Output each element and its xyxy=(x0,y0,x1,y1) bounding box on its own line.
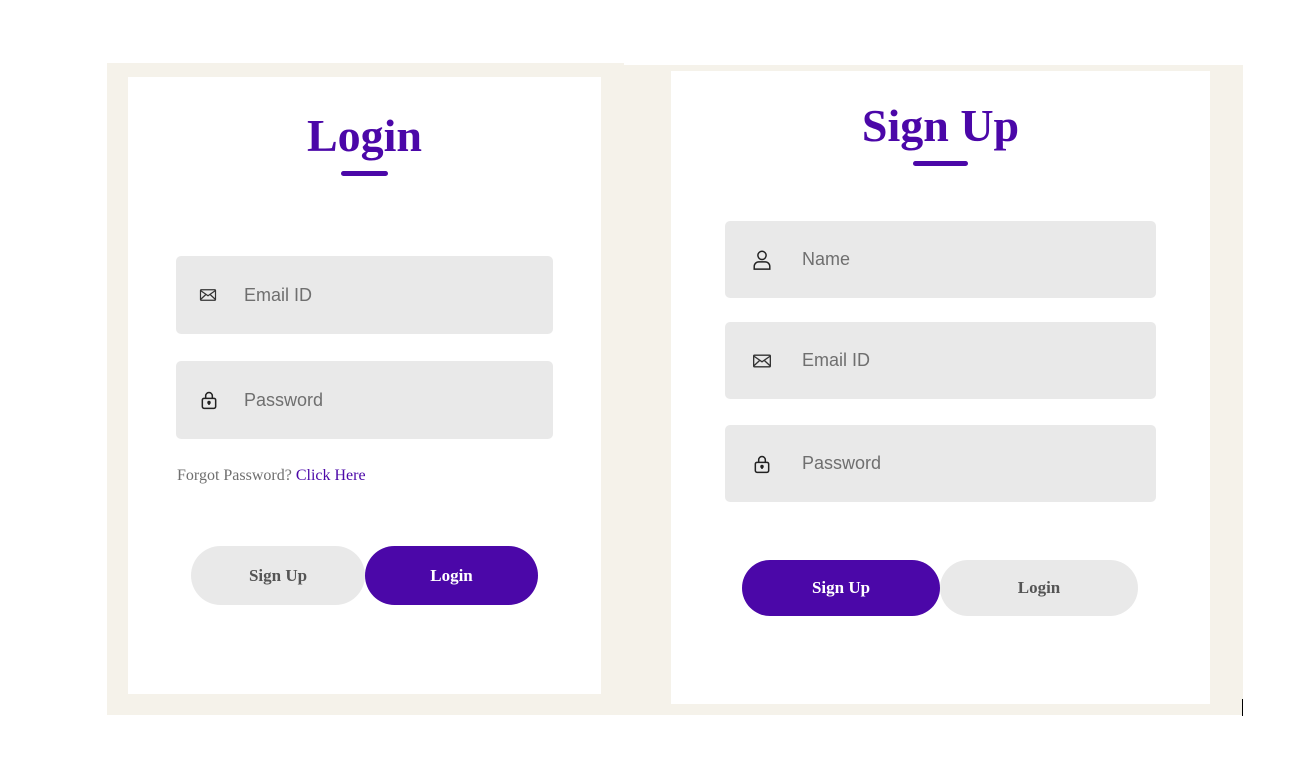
forgot-password-text: Forgot Password? xyxy=(177,467,292,484)
lock-icon xyxy=(199,389,219,411)
signup-card-signup-button[interactable]: Sign Up xyxy=(742,560,940,616)
signup-title-underline xyxy=(913,161,968,166)
signup-name-field[interactable] xyxy=(725,221,1156,298)
login-password-field[interactable] xyxy=(176,361,553,439)
login-password-input[interactable] xyxy=(244,361,543,439)
forgot-password-link[interactable]: Click Here xyxy=(296,467,366,484)
signup-password-field[interactable] xyxy=(725,425,1156,502)
lock-icon xyxy=(752,453,772,475)
signup-card-login-button[interactable]: Login xyxy=(940,560,1138,616)
signup-password-input[interactable] xyxy=(802,425,1146,502)
envelope-icon xyxy=(199,286,217,304)
login-title: Login xyxy=(306,110,423,161)
signup-card: Sign Up Name Email ID Sign Up Login xyxy=(671,71,1210,704)
envelope-icon xyxy=(752,351,772,371)
login-email-field[interactable] xyxy=(176,256,553,334)
login-card-signup-button[interactable]: Sign Up xyxy=(191,546,365,605)
login-card-login-button[interactable]: Login xyxy=(365,546,538,605)
signup-email-input[interactable] xyxy=(802,322,1146,399)
signup-title: Sign Up xyxy=(861,100,1020,151)
signup-email-field[interactable] xyxy=(725,322,1156,399)
user-icon xyxy=(751,248,773,272)
login-card: Login Forgot Password? Click Here S xyxy=(128,77,601,694)
signup-name-input[interactable] xyxy=(802,221,1146,298)
login-title-underline xyxy=(341,171,388,176)
login-email-input[interactable] xyxy=(244,256,543,334)
forgot-password-row: Forgot Password? Click Here xyxy=(177,467,366,485)
text-cursor xyxy=(1242,699,1243,716)
